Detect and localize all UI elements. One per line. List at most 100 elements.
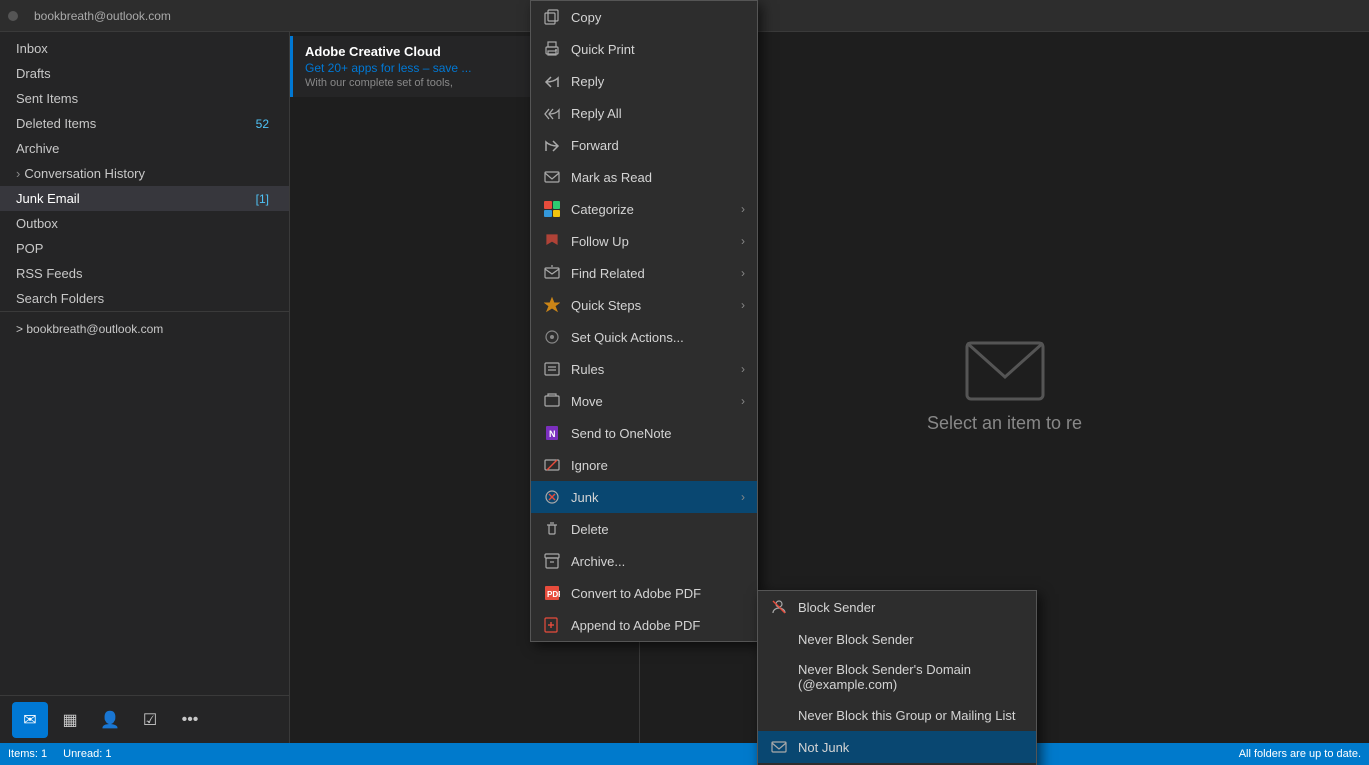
ctx-label-mark-as-read: Mark as Read: [571, 170, 745, 185]
ctx-item-mark-as-read[interactable]: Mark as Read: [531, 161, 757, 193]
sidebar-item-label-outbox: Outbox: [16, 216, 58, 231]
ctx-label-quick-print: Quick Print: [571, 42, 745, 57]
ctx-label-rules: Rules: [571, 362, 731, 377]
svg-text:N: N: [549, 429, 556, 439]
junk-sub-label-never-block-domain: Never Block Sender's Domain (@example.co…: [798, 662, 1024, 692]
sidebar-item-junk-email[interactable]: Junk Email[1]: [0, 186, 289, 211]
ctx-label-reply-all: Reply All: [571, 106, 745, 121]
sidebar-item-deleted-items[interactable]: Deleted Items 52: [0, 111, 289, 136]
quicksteps-icon: [543, 296, 561, 314]
ctx-item-convert-adobe[interactable]: PDF Convert to Adobe PDF: [531, 577, 757, 609]
ctx-item-send-to-onenote[interactable]: NSend to OneNote: [531, 417, 757, 449]
ctx-arrow-categorize: ›: [741, 202, 745, 216]
ctx-item-find-related[interactable]: Find Related›: [531, 257, 757, 289]
mail-large-icon: [965, 341, 1045, 401]
ctx-item-reply[interactable]: Reply: [531, 65, 757, 97]
ctx-item-move[interactable]: Move›: [531, 385, 757, 417]
sidebar-item-inbox[interactable]: Inbox: [0, 36, 289, 61]
ctx-item-categorize[interactable]: Categorize›: [531, 193, 757, 225]
ctx-item-rules[interactable]: Rules›: [531, 353, 757, 385]
ctx-item-follow-up[interactable]: Follow Up ›: [531, 225, 757, 257]
junk-sub-label-never-block-group: Never Block this Group or Mailing List: [798, 708, 1024, 723]
bottom-nav-tasks[interactable]: ☑: [132, 702, 168, 738]
status-sync: All folders are up to date.: [1239, 748, 1361, 760]
ctx-item-junk[interactable]: Junk›: [531, 481, 757, 513]
rules-icon: [543, 360, 561, 378]
ctx-item-delete[interactable]: Delete: [531, 513, 757, 545]
ctx-label-ignore: Ignore: [571, 458, 745, 473]
ctx-arrow-find-related: ›: [741, 266, 745, 280]
sidebar-item-label-junk-email: Junk Email: [16, 191, 80, 206]
sidebar-item-label-rss-feeds: RSS Feeds: [16, 266, 82, 281]
delete-icon: [543, 520, 561, 538]
junk-submenu[interactable]: Block Sender Never Block Sender Never Bloc…: [757, 590, 1037, 765]
onenote-icon: N: [543, 424, 561, 442]
svg-text:PDF: PDF: [547, 590, 560, 599]
titlebar-email: bookbreath@outlook.com: [34, 9, 171, 23]
followup-icon: [543, 232, 561, 250]
ctx-item-quick-print[interactable]: Quick Print: [531, 33, 757, 65]
sidebar-item-archive[interactable]: Archive: [0, 136, 289, 161]
sidebar-item-label-inbox: Inbox: [16, 41, 48, 56]
sidebar-badge-deleted-items: 52: [252, 117, 273, 131]
bottom-nav-more[interactable]: •••: [172, 702, 208, 738]
ctx-label-delete: Delete: [571, 522, 745, 537]
ctx-label-archive: Archive...: [571, 554, 745, 569]
findrelated-icon: [543, 264, 561, 282]
ctx-item-ignore[interactable]: Ignore: [531, 449, 757, 481]
bottom-nav-people[interactable]: 👤: [92, 702, 128, 738]
ctx-item-reply-all[interactable]: Reply All: [531, 97, 757, 129]
ctx-arrow-quick-steps: ›: [741, 298, 745, 312]
copy-icon: [543, 8, 561, 26]
sidebar-item-label-deleted-items: Deleted Items: [16, 116, 96, 131]
junk-sub-label-not-junk: Not Junk: [798, 740, 1024, 755]
markread-icon: [543, 168, 561, 186]
ctx-item-append-adobe[interactable]: Append to Adobe PDF: [531, 609, 757, 641]
move-icon: [543, 392, 561, 410]
sidebar-item-label-pop: POP: [16, 241, 43, 256]
sidebar-item-outbox[interactable]: Outbox: [0, 211, 289, 236]
sidebar-item-search-folders[interactable]: Search Folders: [0, 286, 289, 311]
forward-icon: [543, 136, 561, 154]
ctx-item-set-quick-actions[interactable]: Set Quick Actions...: [531, 321, 757, 353]
junk-sub-label-block-sender: Block Sender: [798, 600, 1024, 615]
categorize-icon: [543, 200, 561, 218]
junk-sub-item-not-junk[interactable]: Not Junk: [758, 731, 1036, 763]
junk-sub-item-never-block-sender[interactable]: Never Block Sender: [758, 623, 1036, 655]
reply-icon: [543, 72, 561, 90]
ctx-arrow-follow-up: ›: [741, 234, 745, 248]
account-name: > bookbreath@outlook.com: [16, 322, 163, 336]
junk-sub-item-never-block-domain[interactable]: Never Block Sender's Domain (@example.co…: [758, 655, 1036, 699]
junk-sub-item-block-sender[interactable]: Block Sender: [758, 591, 1036, 623]
status-unread: Unread: 1: [63, 748, 111, 760]
blocksender-icon: [770, 598, 788, 616]
sidebar-item-label-drafts: Drafts: [16, 66, 51, 81]
ctx-label-append-adobe: Append to Adobe PDF: [571, 618, 745, 633]
setquick-icon: [543, 328, 561, 346]
junk-sub-label-never-block-sender: Never Block Sender: [798, 632, 1024, 647]
titlebar-controls: [8, 11, 18, 21]
ctx-label-reply: Reply: [571, 74, 745, 89]
ctx-item-forward[interactable]: Forward: [531, 129, 757, 161]
sidebar-item-pop[interactable]: POP: [0, 236, 289, 261]
bottom-nav-mail[interactable]: ✉: [12, 702, 48, 738]
ignore-icon: [543, 456, 561, 474]
empty-icon: [770, 706, 788, 724]
ctx-label-follow-up: Follow Up: [571, 234, 731, 249]
archive-icon: [543, 552, 561, 570]
junk-icon: [543, 488, 561, 506]
sidebar-item-label-search-folders: Search Folders: [16, 291, 104, 306]
account-section: > bookbreath@outlook.com: [0, 311, 289, 346]
context-menu[interactable]: Copy Quick Print Reply Reply All Forward Mark…: [530, 0, 758, 642]
sidebar-item-drafts[interactable]: Drafts: [0, 61, 289, 86]
sidebar-item-conversation-history[interactable]: › Conversation History: [0, 161, 289, 186]
sidebar-item-sent-items[interactable]: Sent Items: [0, 86, 289, 111]
junk-sub-item-never-block-group[interactable]: Never Block this Group or Mailing List: [758, 699, 1036, 731]
ctx-item-quick-steps[interactable]: Quick Steps›: [531, 289, 757, 321]
ctx-item-archive[interactable]: Archive...: [531, 545, 757, 577]
bottom-nav-calendar[interactable]: ▦: [52, 702, 88, 738]
sidebar-item-rss-feeds[interactable]: RSS Feeds: [0, 261, 289, 286]
ctx-item-copy[interactable]: Copy: [531, 1, 757, 33]
ctx-label-junk: Junk: [571, 490, 731, 505]
ctx-label-convert-adobe: Convert to Adobe PDF: [571, 586, 745, 601]
